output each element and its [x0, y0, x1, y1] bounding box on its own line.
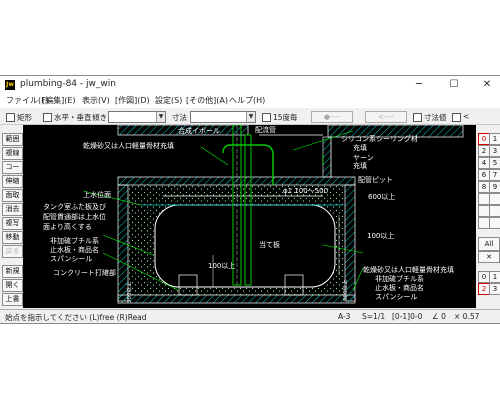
layer-b-button[interactable] [489, 193, 500, 205]
label-300-left: 300以上 [125, 281, 133, 303]
status-bar: 始点を指示してください (L)free (R)Read A-3 S=1/1 [0… [0, 309, 500, 323]
menu-other[interactable]: [その他](A) [186, 95, 228, 106]
label-butyl-r3: スパンシール [375, 293, 417, 301]
drawing-canvas[interactable]: 合成イボール 配流管 シリコン系シーリング材 充填 ヤーン 充填 配管ピット 乾… [23, 125, 476, 308]
lt-checkbox[interactable] [452, 113, 461, 122]
label-100-center: 100以上 [208, 261, 235, 270]
layer-group-1[interactable]: 1 [489, 133, 500, 145]
cad-drawing: 合成イボール 配流管 シリコン系シーリング材 充填 ヤーン 充填 配管ピット 乾… [43, 125, 464, 304]
status-prompt: 始点を指示してください (L)free (R)Read [5, 313, 147, 322]
status-angle[interactable]: ∠ 0 [432, 312, 446, 321]
right-toolbar: 0 1 2 3 4 5 6 7 8 9 All ✕ 0 1 2 3 [476, 125, 500, 308]
label-joint: コンクリート打継部 [53, 268, 116, 277]
menu-help[interactable]: ヘルプ(H) [229, 95, 265, 106]
label-ball: 合成イボール [178, 126, 220, 135]
tool-copy[interactable]: 複写 [2, 217, 23, 230]
hv-checkbox[interactable] [43, 113, 52, 122]
label-pipe: 配流管 [255, 125, 276, 134]
lt-label: < [463, 112, 470, 121]
rect-label: 矩形 [17, 113, 32, 122]
label-plate: 当て板 [259, 240, 280, 249]
layer-group-3[interactable]: 3 [489, 145, 500, 157]
label-butyl-1: 非加硫ブチル系 [50, 236, 99, 245]
label-butyl-r1: 非加硫ブチル系 [375, 274, 424, 283]
tool-corner[interactable]: コーナー [2, 161, 23, 182]
rect-checkbox[interactable] [6, 113, 15, 122]
direction-button[interactable]: <---- [365, 111, 407, 123]
menu-draw[interactable]: [作図](D) [115, 95, 150, 106]
label-diameter: φ1 100〜500 [283, 187, 328, 195]
toolbar: 矩形 水平・垂直 傾き ▼ 寸法 ▼ 15度毎 ●---- <---- 寸法値 … [0, 109, 500, 125]
window-title: plumbing-84 - jw_win [20, 79, 116, 89]
tool-offset[interactable]: 複線 [2, 147, 23, 160]
group-3[interactable]: 3 [489, 283, 500, 295]
tool-save[interactable]: 上書 [2, 293, 23, 306]
status-paper[interactable]: A-3 [338, 312, 350, 321]
label-water-level: 上水位面 [83, 190, 111, 199]
tool-range[interactable]: 範囲 [2, 133, 23, 146]
dimvalue-checkbox[interactable] [413, 113, 422, 122]
chevron-down-icon: ▼ [246, 112, 255, 122]
tool-move[interactable]: 移動 [2, 231, 23, 244]
close-icon: ✕ [486, 253, 492, 261]
label-600: 600以上 [368, 192, 395, 201]
menu-view[interactable]: 表示(V) [82, 95, 110, 106]
app-window: Jw plumbing-84 - jw_win ─ ☐ ✕ ファイル(F) [編… [0, 75, 500, 324]
status-zoom[interactable]: × 0.57 [454, 312, 479, 321]
tool-open[interactable]: 開く [2, 279, 23, 292]
slope-combo[interactable]: ▼ [108, 111, 166, 123]
title-bar: Jw plumbing-84 - jw_win ─ ☐ ✕ [0, 76, 500, 94]
layer-group-9[interactable]: 9 [489, 181, 500, 193]
dim-label: 寸法 [172, 113, 187, 122]
label-cover-2: 配管貫通部は上水位 [43, 212, 106, 221]
layer-f-button[interactable] [489, 217, 500, 229]
tool-chamfer[interactable]: 面取 [2, 189, 23, 202]
label-silicone: シリコン系シーリング材 [341, 134, 418, 143]
tool-new[interactable]: 新規 [2, 265, 23, 278]
chevron-down-icon: ▼ [156, 112, 165, 122]
menu-settings[interactable]: 設定(S) [155, 95, 182, 106]
label-fill-1: 充填 [353, 143, 367, 152]
label-cover-1: タンク室ふた板及び [43, 202, 106, 211]
dimvalue-label: 寸法値 [424, 113, 447, 122]
floor-slab [117, 294, 356, 304]
menu-bar: ファイル(F) [編集](E) 表示(V) [作図](D) 設定(S) [その他… [0, 94, 500, 108]
pit-wall [322, 136, 332, 178]
point-mode-button[interactable]: ●---- [311, 111, 353, 123]
label-butyl-2: 止水板・商品名 [50, 245, 99, 254]
deg15-label: 15度毎 [273, 113, 298, 122]
tool-stretch[interactable]: 伸縮 [2, 175, 23, 188]
label-cover-3: 面より高くする [43, 222, 92, 231]
deg15-checkbox[interactable] [262, 113, 271, 122]
maximize-button[interactable]: ☐ [447, 78, 461, 92]
all-button[interactable]: All [478, 237, 500, 251]
label-yarn: ヤーン [353, 154, 374, 162]
label-300-right: 300以上 [341, 279, 349, 301]
layer-d-button[interactable] [489, 205, 500, 217]
label-sand-bottom: 乾燥砂又は人口軽量骨材充填 [363, 265, 454, 274]
layer-group-7[interactable]: 7 [489, 169, 500, 181]
group-1[interactable]: 1 [489, 271, 500, 283]
label-pit: 配管ピット [358, 175, 393, 184]
hv-label: 水平・垂直 [54, 113, 92, 122]
label-butyl-r2: 止水板・商品名 [375, 283, 424, 292]
slope-label: 傾き [92, 113, 107, 122]
tool-erase[interactable]: 消去 [2, 203, 23, 216]
status-scale[interactable]: S=1/1 [362, 312, 385, 321]
menu-edit[interactable]: [編集](E) [42, 95, 76, 106]
label-butyl-3: スパンシール [50, 255, 92, 263]
tool-undo[interactable]: 戻る [2, 245, 23, 258]
left-toolbar: 範囲 複線 コーナー 伸縮 面取 消去 複写 移動 戻る 新規 開く 上書 [0, 125, 23, 308]
status-layer[interactable]: [0-1]0-0 [392, 312, 422, 321]
label-100-right: 100以上 [367, 231, 394, 240]
layer-group-5[interactable]: 5 [489, 157, 500, 169]
tank-cover-slab [117, 176, 356, 186]
dim-combo[interactable]: ▼ [190, 111, 256, 123]
label-fill-2: 充填 [353, 161, 367, 170]
label-sand-top: 乾燥砂又は人口軽量骨材充填 [83, 141, 174, 150]
close-button[interactable]: ✕ [480, 78, 494, 92]
jw-app-icon: Jw [5, 80, 15, 90]
minimize-button[interactable]: ─ [412, 78, 426, 92]
cross-button[interactable]: ✕ [478, 251, 500, 263]
